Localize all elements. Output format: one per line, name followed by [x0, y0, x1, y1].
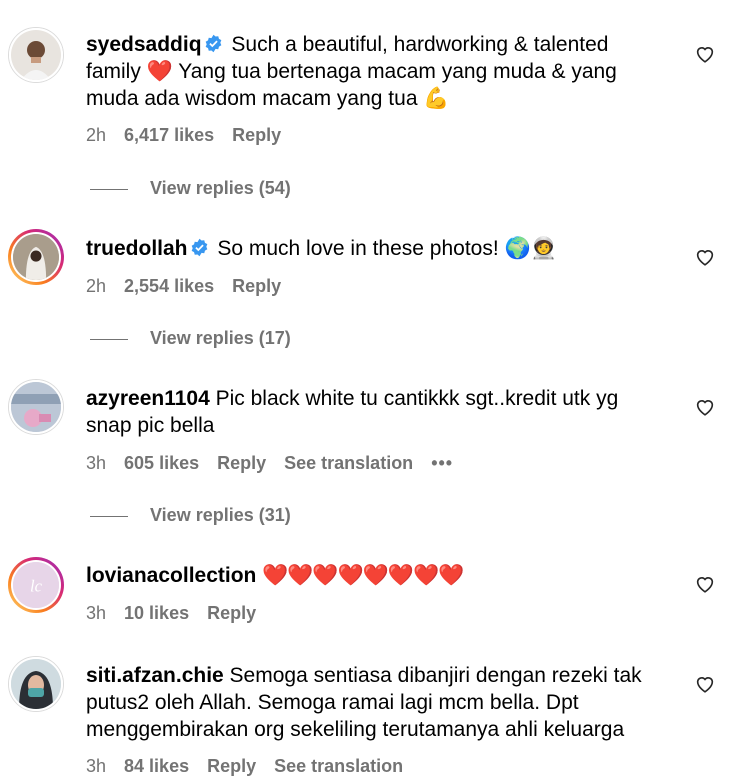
view-replies-button[interactable]: View replies (17)	[90, 328, 291, 349]
avatar[interactable]	[8, 229, 64, 285]
likes-count[interactable]: 84 likes	[124, 756, 189, 776]
timestamp: 3h	[86, 453, 107, 473]
reply-button[interactable]: Reply	[207, 603, 256, 623]
likes-count[interactable]: 605 likes	[124, 453, 199, 473]
timestamp: 2h	[86, 125, 107, 145]
username[interactable]: lovianacollection	[86, 564, 256, 587]
avatar-inner	[11, 232, 61, 282]
view-replies-button[interactable]: View replies (54)	[90, 178, 291, 199]
reply-button[interactable]: Reply	[232, 276, 281, 296]
avatar[interactable]	[8, 379, 64, 435]
comment-meta: 3h 84 likes Reply See translation	[86, 756, 421, 777]
avatar[interactable]	[8, 656, 64, 712]
avatar-inner	[9, 380, 63, 434]
comment-meta: 3h 10 likes Reply	[86, 603, 274, 624]
comment-body: truedollah So much love in these photos!…	[86, 235, 666, 262]
avatar[interactable]: lc	[8, 557, 64, 613]
reply-button[interactable]: Reply	[217, 453, 266, 473]
comment-body: azyreen1104 Pic black white tu cantikkk …	[86, 385, 666, 439]
heart-outline-icon[interactable]	[694, 396, 716, 418]
replies-divider-line	[90, 515, 128, 517]
comment-body: lovianacollection ❤️❤️❤️❤️❤️❤️❤️❤️	[86, 562, 666, 589]
username[interactable]: azyreen1104	[86, 387, 210, 410]
comment-body: siti.afzan.chie Semoga sentiasa dibanjir…	[86, 662, 666, 743]
svg-text:lc: lc	[30, 576, 43, 595]
see-translation-button[interactable]: See translation	[284, 453, 413, 473]
reply-button[interactable]: Reply	[207, 756, 256, 776]
heart-outline-icon[interactable]	[694, 573, 716, 595]
verified-badge-icon	[205, 34, 221, 53]
avatar[interactable]	[8, 27, 64, 83]
comment-meta: 2h 2,554 likes Reply	[86, 276, 299, 297]
more-options-icon[interactable]: •••	[431, 453, 453, 473]
comment-body: syedsaddiq Such a beautiful, hardworking…	[86, 31, 666, 112]
replies-divider-line	[90, 338, 128, 340]
red-hearts-emoji-row: ❤️❤️❤️❤️❤️❤️❤️❤️	[256, 563, 464, 587]
globe-astronaut-emoji: 🌍🧑‍🚀	[504, 236, 557, 260]
avatar-inner: lc	[11, 560, 61, 610]
comment-text: So much love in these photos!	[211, 237, 505, 260]
comment-meta: 2h 6,417 likes Reply	[86, 125, 299, 146]
likes-count[interactable]: 6,417 likes	[124, 125, 214, 145]
avatar-photo	[13, 234, 59, 280]
verified-badge-icon	[191, 238, 207, 257]
username[interactable]: truedollah	[86, 237, 188, 260]
avatar-inner	[9, 28, 63, 82]
timestamp: 3h	[86, 603, 107, 623]
view-replies-label: View replies (31)	[150, 505, 291, 525]
heart-outline-icon[interactable]	[694, 43, 716, 65]
likes-count[interactable]: 10 likes	[124, 603, 189, 623]
view-replies-button[interactable]: View replies (31)	[90, 505, 291, 526]
reply-button[interactable]: Reply	[232, 125, 281, 145]
username[interactable]: syedsaddiq	[86, 33, 202, 56]
avatar-photo: lc	[13, 562, 59, 608]
heart-outline-icon[interactable]	[694, 673, 716, 695]
view-replies-label: View replies (17)	[150, 328, 291, 348]
avatar-photo	[11, 382, 61, 432]
flexed-biceps-emoji: 💪	[423, 86, 450, 110]
timestamp: 2h	[86, 276, 107, 296]
timestamp: 3h	[86, 756, 107, 776]
avatar-photo	[11, 659, 61, 709]
replies-divider-line	[90, 188, 128, 190]
username[interactable]: siti.afzan.chie	[86, 664, 224, 687]
avatar-inner	[9, 657, 63, 711]
likes-count[interactable]: 2,554 likes	[124, 276, 214, 296]
heart-outline-icon[interactable]	[694, 246, 716, 268]
view-replies-label: View replies (54)	[150, 178, 291, 198]
avatar-photo	[11, 30, 61, 80]
comment-meta: 3h 605 likes Reply See translation •••	[86, 453, 471, 474]
red-heart-emoji: ❤️	[146, 59, 173, 83]
see-translation-button[interactable]: See translation	[274, 756, 403, 776]
